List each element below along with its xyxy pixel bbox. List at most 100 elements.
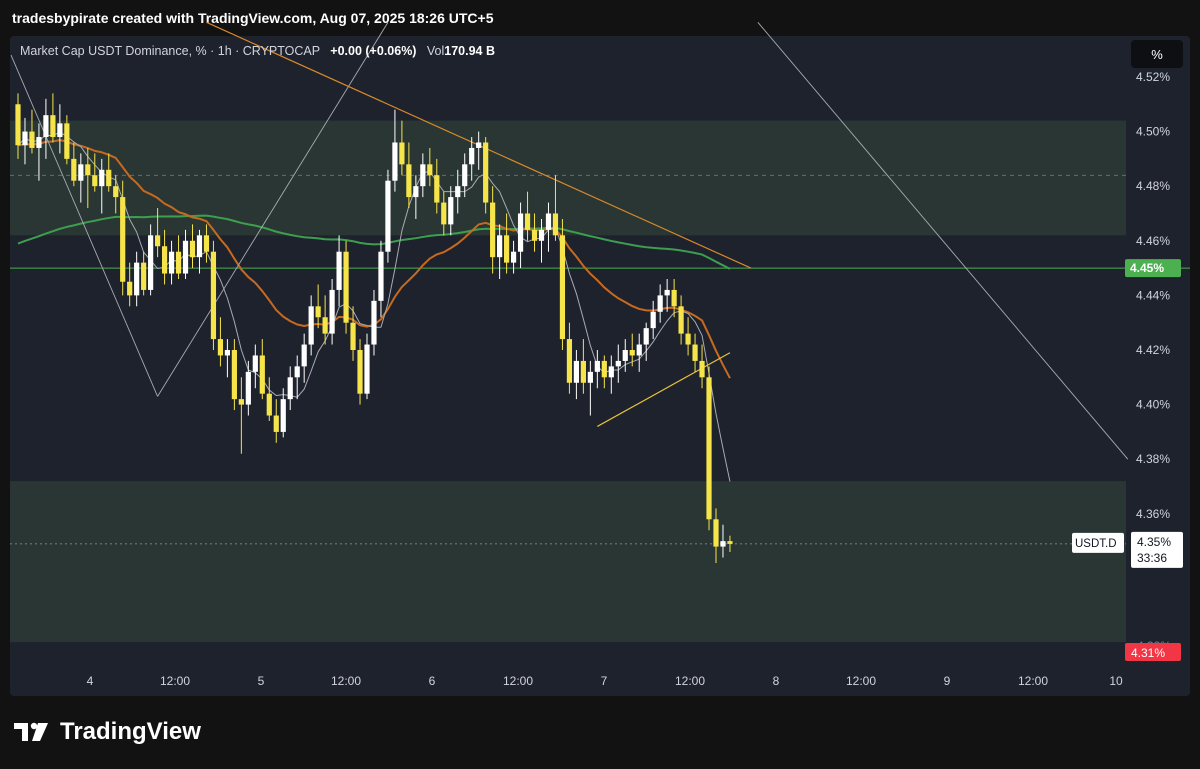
candle-body — [406, 164, 412, 198]
candle — [343, 240, 349, 334]
candle-body — [566, 339, 573, 383]
price-change: +0.00 (+0.06%) — [330, 44, 417, 58]
candle — [127, 262, 133, 307]
x-tick-label: 12:00 — [846, 674, 876, 688]
y-tick-label: 4.46% — [1136, 234, 1170, 248]
candle-body — [50, 115, 56, 138]
candle-body — [287, 377, 293, 400]
percent-scale-button[interactable]: % — [1131, 40, 1183, 68]
candle-body — [699, 360, 705, 378]
candle — [622, 339, 628, 372]
candle-body — [399, 142, 405, 165]
candle-body — [231, 350, 237, 400]
candle-body — [622, 350, 628, 361]
candle — [336, 235, 342, 307]
candle-body — [161, 246, 168, 274]
x-tick-label: 10 — [1109, 674, 1123, 688]
candle-body — [615, 360, 621, 367]
candle-body — [141, 262, 147, 290]
candle — [259, 339, 265, 400]
candle-body — [713, 519, 719, 547]
candle-body — [601, 360, 607, 378]
symbol-tag-label: USDT.D — [1075, 538, 1117, 550]
symbol-title: Market Cap USDT Dominance, % · 1h · CRYP… — [20, 44, 320, 58]
candle — [175, 235, 182, 280]
candle — [329, 279, 335, 345]
candle — [238, 377, 244, 454]
candle-body — [350, 322, 356, 350]
candle-body — [168, 251, 175, 274]
candle — [615, 344, 621, 383]
candle-body — [245, 371, 251, 405]
candle-body — [217, 339, 224, 356]
candle — [315, 284, 321, 329]
candle-body — [420, 164, 426, 187]
x-tick-label: 6 — [429, 674, 436, 688]
y-tick-label: 4.40% — [1136, 398, 1170, 412]
candle — [587, 360, 593, 416]
candle-body — [476, 142, 482, 148]
x-tick-label: 9 — [944, 674, 951, 688]
candle-body — [280, 399, 286, 432]
candle — [134, 251, 140, 307]
candle-body — [203, 235, 210, 252]
candle — [182, 229, 189, 280]
volume-label: Vol — [426, 44, 445, 58]
candle — [301, 333, 307, 383]
candle-body — [629, 350, 635, 356]
candle-body — [99, 169, 105, 187]
candle-body — [392, 142, 398, 181]
candle-body — [448, 197, 454, 225]
y-tick-label: 4.48% — [1136, 179, 1170, 193]
candle-body — [36, 137, 42, 148]
candle-body — [608, 366, 614, 378]
candle-body — [504, 235, 510, 263]
candle-body — [531, 229, 538, 241]
candle — [50, 93, 56, 143]
candle — [573, 350, 579, 400]
candle-body — [650, 311, 656, 329]
x-tick-label: 4 — [87, 674, 94, 688]
candle — [510, 240, 517, 274]
candle — [231, 339, 237, 411]
candlestick-chart[interactable]: 4.52% 4.50% 4.48% 4.46% 4.44% 4.42% 4.40% 4.38%… — [0, 0, 1200, 769]
candle-body — [664, 289, 670, 296]
candle-body — [685, 333, 691, 345]
candle-body — [182, 240, 189, 274]
candle-body — [336, 251, 342, 290]
candle-body — [22, 131, 28, 146]
x-tick-label: 12:00 — [331, 674, 361, 688]
candle — [357, 339, 363, 405]
candle-body — [364, 344, 370, 394]
candle-body — [413, 186, 419, 198]
candle-body — [427, 164, 433, 176]
candle-body — [552, 213, 559, 236]
candle — [294, 355, 300, 400]
candle — [308, 295, 314, 356]
candle-body — [329, 289, 335, 334]
candle-body — [483, 142, 489, 203]
candle — [699, 344, 705, 389]
candle-body — [113, 186, 119, 198]
candle-body — [127, 281, 133, 296]
candle-body — [196, 235, 203, 258]
candle-body — [657, 295, 663, 312]
candle — [287, 366, 293, 411]
countdown-label: 33:36 — [1137, 551, 1167, 565]
volume-value: 170.94 B — [444, 44, 496, 58]
candle — [678, 295, 684, 345]
candle-body — [545, 213, 552, 230]
x-tick-label: 7 — [601, 674, 608, 688]
candle — [252, 344, 258, 389]
candle-body — [259, 355, 265, 394]
brand-footer[interactable]: TradingView — [14, 718, 201, 746]
candle — [141, 251, 147, 296]
candle-body — [252, 355, 258, 372]
candle-body — [510, 251, 517, 263]
y-tick-label: 4.38% — [1136, 452, 1170, 466]
candle-body — [727, 541, 733, 544]
candle-body — [580, 360, 586, 383]
candle — [245, 360, 251, 416]
y-tick-label: 4.44% — [1136, 288, 1170, 302]
candle — [483, 137, 489, 214]
